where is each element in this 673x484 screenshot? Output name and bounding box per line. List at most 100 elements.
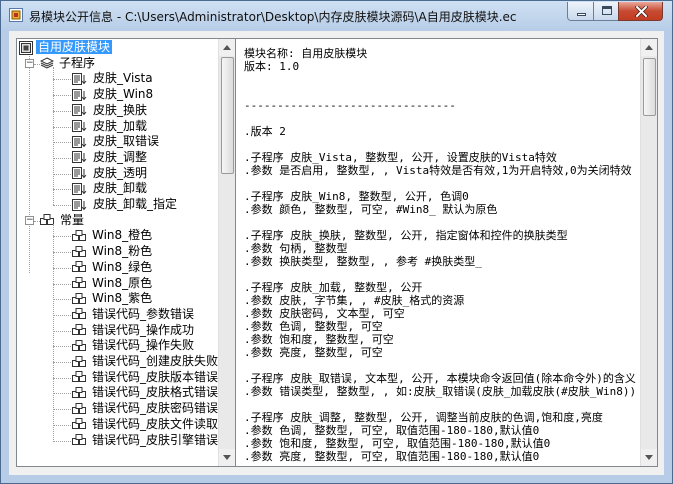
tree-connector bbox=[53, 362, 71, 364]
info-line: .参数 颜色, 整数型, 可空, #Win8_ 默认为原色 bbox=[244, 203, 498, 216]
info-line: .参数 亮度, 整数型, 可空 bbox=[244, 346, 383, 359]
tree-connector bbox=[53, 157, 71, 160]
tree-item-label: 错误代码_皮肤格式错误 bbox=[92, 385, 219, 400]
info-line bbox=[244, 112, 640, 125]
module-info-text[interactable]: 模块名称: 自用皮肤模块 版本: 1.0 ---------------------… bbox=[244, 47, 640, 466]
tree-item-label: 皮肤_Vista bbox=[93, 71, 153, 86]
info-scroll-down-button[interactable] bbox=[641, 449, 657, 466]
constant-icon bbox=[72, 229, 86, 241]
tree-connector bbox=[53, 79, 71, 81]
info-scroll-thumb[interactable] bbox=[643, 58, 656, 116]
module-tree[interactable]: 自用皮肤模块 − 子程序 皮肤_Vista 皮肤_Win8 皮肤_换肤 皮肤_加载 皮肤_取… bbox=[17, 39, 235, 466]
tree-item-constant[interactable]: 错误代码_皮肤格式错误 bbox=[72, 385, 220, 400]
tree-item-constant[interactable]: Win8_橙色 bbox=[72, 228, 154, 243]
tree-item-constant[interactable]: 错误代码_皮肤版本错误 bbox=[72, 370, 220, 385]
tree-group-1[interactable]: 常量 bbox=[40, 213, 86, 228]
close-button[interactable] bbox=[618, 2, 663, 21]
tree-scroll-thumb[interactable] bbox=[221, 57, 234, 174]
subroutine-icon bbox=[72, 120, 87, 132]
tree-group-label: 常量 bbox=[60, 212, 85, 227]
tree-scroll-down-button[interactable] bbox=[219, 449, 235, 466]
tree-group-0[interactable]: 子程序 bbox=[40, 56, 97, 71]
tree-item-subroutine[interactable]: 皮肤_卸载 bbox=[72, 181, 149, 196]
info-line: .参数 饱和度, 整数型, 可空 bbox=[244, 333, 394, 346]
arrow-down-icon bbox=[223, 455, 231, 460]
tree-connector bbox=[53, 393, 71, 395]
info-line: .参数 色调, 整数型, 可空, 取值范围-180-180,默认值0 bbox=[244, 424, 540, 437]
tree-connector bbox=[53, 189, 71, 191]
tree-connector bbox=[53, 330, 71, 333]
stack-icon bbox=[40, 57, 54, 69]
tree-item-label: 皮肤_卸载 bbox=[93, 181, 148, 196]
constant-icon bbox=[72, 261, 86, 273]
tree-item-label: 皮肤_Win8 bbox=[93, 87, 154, 102]
tree-item-subroutine[interactable]: 皮肤_加载 bbox=[72, 119, 149, 134]
tree-connector bbox=[53, 377, 71, 380]
constant-icon bbox=[72, 292, 86, 304]
maximize-button[interactable] bbox=[593, 2, 619, 21]
tree-item-constant[interactable]: 错误代码_皮肤引擎错误 bbox=[72, 433, 220, 448]
tree-item-constant[interactable]: 错误代码_皮肤密码错误 bbox=[72, 401, 220, 416]
tree-item-subroutine[interactable]: 皮肤_透明 bbox=[72, 166, 149, 181]
tree-item-label: Win8_原色 bbox=[92, 275, 153, 290]
client-area: 自用皮肤模块 − 子程序 皮肤_Vista 皮肤_Win8 皮肤_换肤 皮肤_加载 皮肤_取… bbox=[9, 31, 664, 475]
tree-item-subroutine[interactable]: 皮肤_Win8 bbox=[72, 87, 155, 102]
tree-item-constant[interactable]: 错误代码_参数错误 bbox=[72, 307, 196, 322]
info-line: .参数 是否启用, 整数型, , Vista特效是否有效,1为开启特效,0为关闭… bbox=[244, 164, 632, 177]
tree-item-label: 错误代码_操作失败 bbox=[92, 338, 195, 353]
tree-item-constant[interactable]: 错误代码_创建皮肤失败 bbox=[72, 354, 220, 369]
tree-connector bbox=[53, 409, 71, 411]
info-line: .子程序 皮肤_Win8, 整数型, 公开, 色调0 bbox=[244, 190, 469, 203]
tree-item-constant[interactable]: 错误代码_操作成功 bbox=[72, 323, 196, 338]
tree-item-constant[interactable]: 错误代码_操作失败 bbox=[72, 338, 196, 353]
subroutine-icon bbox=[72, 151, 87, 164]
tree-expander-1[interactable]: − bbox=[25, 215, 34, 225]
constant-icon bbox=[72, 402, 86, 414]
tree-connector bbox=[53, 67, 55, 205]
tree-item-constant[interactable]: Win8_原色 bbox=[72, 276, 154, 291]
tree-item-constant[interactable]: Win8_紫色 bbox=[72, 291, 154, 306]
tree-item-label: Win8_粉色 bbox=[92, 244, 153, 259]
tree-item-subroutine[interactable]: 皮肤_卸载_指定 bbox=[72, 197, 179, 212]
tree-item-subroutine[interactable]: 皮肤_取错误 bbox=[72, 134, 161, 149]
tree-item-label: 皮肤_调整 bbox=[93, 149, 148, 164]
minimize-icon bbox=[577, 13, 586, 16]
info-scrollbar[interactable] bbox=[640, 39, 657, 466]
info-line: .子程序 皮肤_换肤, 整数型, 公开, 指定窗体和控件的换肤类型 bbox=[244, 229, 568, 242]
tree-item-constant[interactable]: 错误代码_皮肤文件读取失败 bbox=[72, 417, 235, 432]
tree-item-label: 错误代码_参数错误 bbox=[92, 306, 195, 321]
title-bar[interactable]: 易模块公开信息 - C:\Users\Administrator\Desktop… bbox=[1, 1, 672, 31]
maximize-icon bbox=[602, 6, 612, 15]
subroutine-icon bbox=[72, 182, 87, 195]
minimize-button[interactable] bbox=[567, 2, 594, 21]
tree-connector bbox=[53, 440, 71, 443]
tree-item-label: 错误代码_皮肤引擎错误 bbox=[92, 432, 219, 447]
constant-icon bbox=[72, 245, 86, 257]
info-line: .参数 换肤类型, 整数型, , 参考 #换肤类型_ bbox=[244, 255, 482, 268]
tree-connector bbox=[53, 346, 71, 348]
tree-item-label: 错误代码_皮肤版本错误 bbox=[92, 369, 219, 384]
info-scroll-up-button[interactable] bbox=[641, 39, 657, 56]
arrow-down-icon bbox=[645, 455, 653, 460]
tree-scroll-up-button[interactable] bbox=[219, 39, 235, 56]
tree-group-label: 子程序 bbox=[59, 55, 96, 70]
tree-connector bbox=[53, 110, 71, 113]
tree-root[interactable]: 自用皮肤模块 bbox=[19, 40, 113, 55]
info-line: .参数 饱和度, 整数型, 可空, 取值范围-180-180,默认值0 bbox=[244, 437, 551, 450]
info-line bbox=[244, 138, 640, 151]
main-window: 易模块公开信息 - C:\Users\Administrator\Desktop… bbox=[0, 0, 673, 484]
tree-item-label: 皮肤_透明 bbox=[93, 165, 148, 180]
tree-expander-0[interactable]: − bbox=[25, 58, 34, 68]
module-tree-panel[interactable]: 自用皮肤模块 − 子程序 皮肤_Vista 皮肤_Win8 皮肤_换肤 皮肤_加载 皮肤_取… bbox=[16, 38, 236, 467]
tree-item-subroutine[interactable]: 皮肤_调整 bbox=[72, 150, 149, 165]
module-info-panel[interactable]: 模块名称: 自用皮肤模块 版本: 1.0 ---------------------… bbox=[235, 38, 658, 467]
tree-item-constant[interactable]: Win8_粉色 bbox=[72, 244, 154, 259]
subroutine-icon bbox=[72, 72, 87, 85]
tree-item-label: 错误代码_皮肤密码错误 bbox=[92, 401, 219, 416]
tree-item-subroutine[interactable]: 皮肤_换肤 bbox=[72, 103, 149, 118]
tree-connector bbox=[53, 224, 55, 441]
tree-item-subroutine[interactable]: 皮肤_Vista bbox=[72, 71, 155, 86]
tree-scrollbar[interactable] bbox=[218, 39, 235, 466]
info-line bbox=[244, 398, 640, 411]
tree-item-constant[interactable]: Win8_绿色 bbox=[72, 260, 154, 275]
